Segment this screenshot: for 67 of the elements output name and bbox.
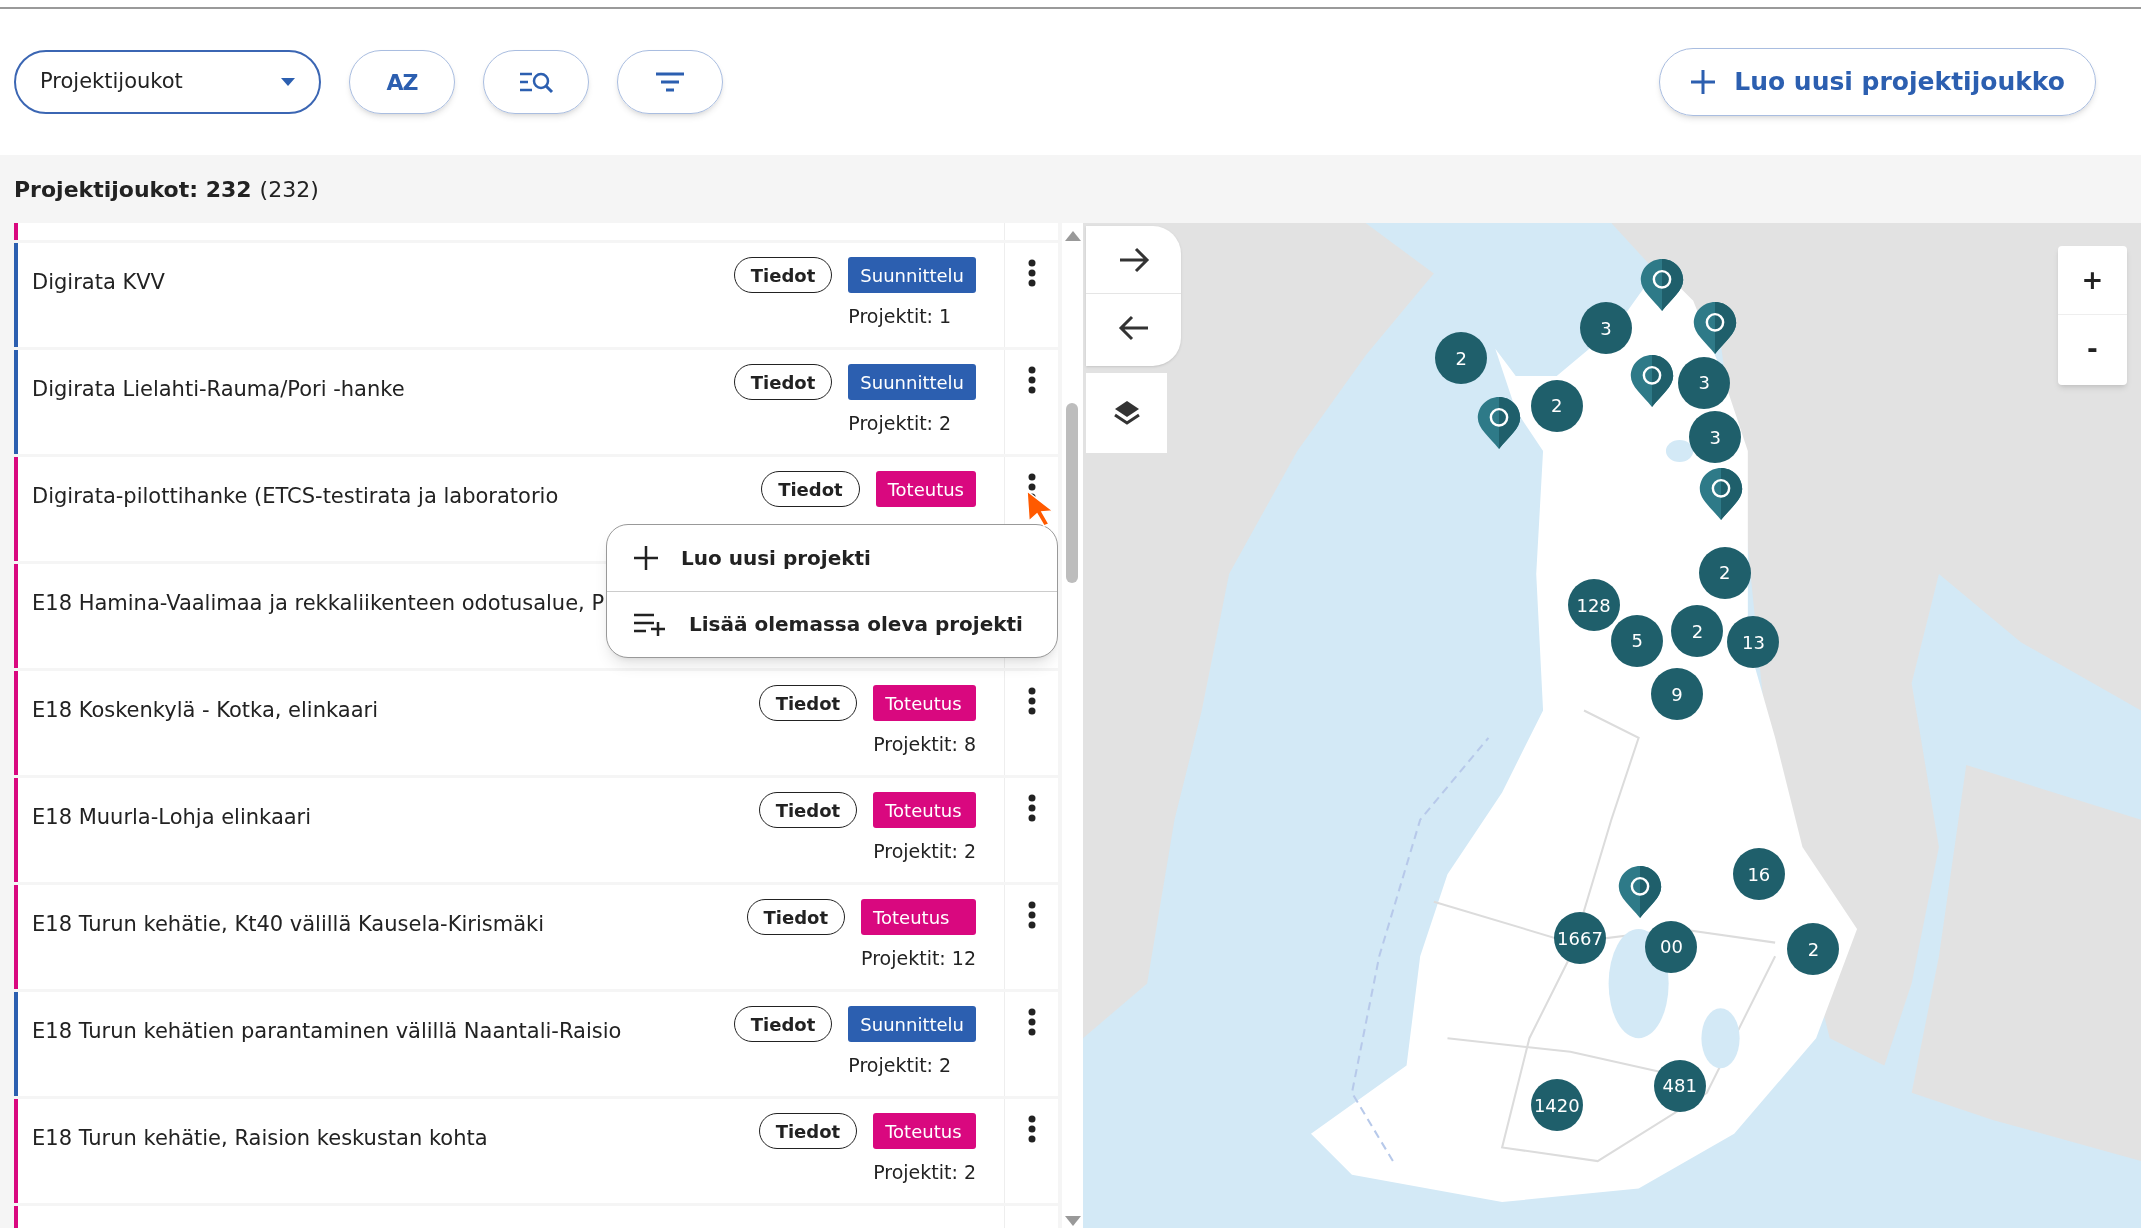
project-count: Projektit: 8 — [873, 732, 976, 757]
more-icon[interactable] — [1027, 794, 1036, 822]
project-count: Projektit: 2 — [848, 1053, 953, 1078]
info-button[interactable]: Tiedot — [761, 471, 860, 507]
project-count: Projektit: 1 — [848, 304, 953, 329]
info-button[interactable]: Tiedot — [746, 899, 846, 935]
more-icon[interactable] — [1027, 1008, 1036, 1036]
project-count: Projektit: 12 — [861, 946, 976, 971]
map-pin-icon[interactable] — [1630, 353, 1675, 408]
list-row[interactable]: E18 Turun kehätien parantaminen välillä Naantali-Raisio Tiedot Suunnittelu Projektit: 2 — [14, 992, 1058, 1096]
info-button[interactable]: Tiedot — [733, 364, 833, 400]
zoom-in-button[interactable]: + — [2058, 246, 2127, 315]
right-arrow-icon — [1117, 246, 1150, 273]
project-group-name: E18 Turun kehätie, Kt40 välillä Kausela-Kirismäki — [32, 911, 545, 938]
list-row[interactable]: E18 Muurla-Lohja elinkaari Tiedot Toteutus Projektit: 2 — [14, 778, 1058, 882]
info-button[interactable]: Tiedot — [758, 685, 858, 721]
count-label: Projektijoukot: 232 — [14, 175, 252, 204]
list-search-icon — [518, 70, 554, 94]
list-row[interactable]: E18 Koskenkylä - Kotka, elinkaari Tiedot Toteutus Projektit: 8 — [14, 671, 1058, 775]
phase-badge: Suunnittelu — [848, 257, 976, 293]
more-icon[interactable] — [1027, 259, 1036, 287]
info-button[interactable]: Tiedot — [758, 1113, 858, 1149]
phase-badge: Toteutus — [873, 1113, 976, 1149]
dropdown-caret-icon — [281, 78, 295, 86]
info-button[interactable]: Tiedot — [758, 792, 858, 828]
info-button[interactable]: Tiedot — [733, 1006, 833, 1042]
more-icon[interactable] — [1027, 366, 1036, 394]
list-add-icon — [633, 612, 667, 637]
left-arrow-icon — [1117, 315, 1150, 341]
more-icon[interactable] — [1027, 1115, 1036, 1143]
list-row[interactable]: Digirata Lielahti-Rauma/Pori -hanke Tiedot Suunnittelu Projektit: 2 — [14, 350, 1058, 454]
more-icon[interactable] — [1027, 687, 1036, 715]
phase-badge: Toteutus — [873, 792, 976, 828]
phase-badge: Toteutus — [875, 471, 976, 507]
project-count: Projektit: 2 — [848, 411, 953, 436]
project-count: Projektit: 2 — [873, 1160, 976, 1185]
list-row[interactable]: E18 Turun kehätie, Raision keskustan kohta Tiedot Toteutus Projektit: 2 — [14, 1099, 1058, 1203]
project-group-name: E18 Koskenkylä - Kotka, elinkaari — [32, 697, 378, 724]
map-pin-icon[interactable] — [1639, 258, 1684, 313]
project-group-name: Digirata-pilottihanke (ETCS-testirata ja laboratorio — [32, 483, 559, 510]
layers-icon — [1112, 399, 1141, 427]
zoom-out-button[interactable]: - — [2058, 315, 2127, 384]
view-select[interactable]: Projektijoukot — [14, 50, 321, 114]
project-group-name: E18 Turun kehätien parantaminen välillä Naantali-Raisio — [32, 1018, 622, 1045]
map-pin-icon[interactable] — [1477, 396, 1522, 451]
phase-badge: Suunnittelu — [848, 364, 976, 400]
map-pin-icon[interactable] — [1698, 467, 1743, 522]
project-count: Projektit: 2 — [873, 839, 976, 864]
project-group-name: E18 Muurla-Lohja elinkaari — [32, 804, 312, 831]
project-group-name: E18 Hamina-Vaalimaa ja rekkaliikenteen odotusalue, P — [32, 590, 605, 617]
filter-icon — [655, 71, 685, 93]
project-group-name: Digirata Lielahti-Rauma/Pori -hanke — [32, 376, 405, 403]
total-count: (232) — [259, 175, 319, 204]
project-group-name: E18 Turun kehätie, Raision keskustan kohta — [32, 1125, 488, 1152]
plus-icon — [633, 544, 659, 571]
list-row[interactable]: E18 Turun kehätie, Kt40 välillä Kausela-Kirismäki Tiedot Toteutus Projektit: 12 — [14, 885, 1058, 989]
phase-badge: Suunnittelu — [848, 1006, 976, 1042]
map-pin-icon[interactable] — [1618, 864, 1663, 919]
map-pin-icon[interactable] — [1693, 300, 1738, 355]
layers-button[interactable] — [1086, 373, 1167, 453]
phase-badge: Toteutus — [861, 899, 976, 935]
phase-badge: Toteutus — [873, 685, 976, 721]
project-group-name: Digirata KVV — [32, 269, 165, 296]
more-icon[interactable] — [1027, 901, 1036, 929]
plus-icon — [1690, 69, 1717, 95]
list-row[interactable]: Digirata KVV Tiedot Suunnittelu Projektit: 1 — [14, 243, 1058, 347]
info-button[interactable]: Tiedot — [733, 257, 833, 293]
